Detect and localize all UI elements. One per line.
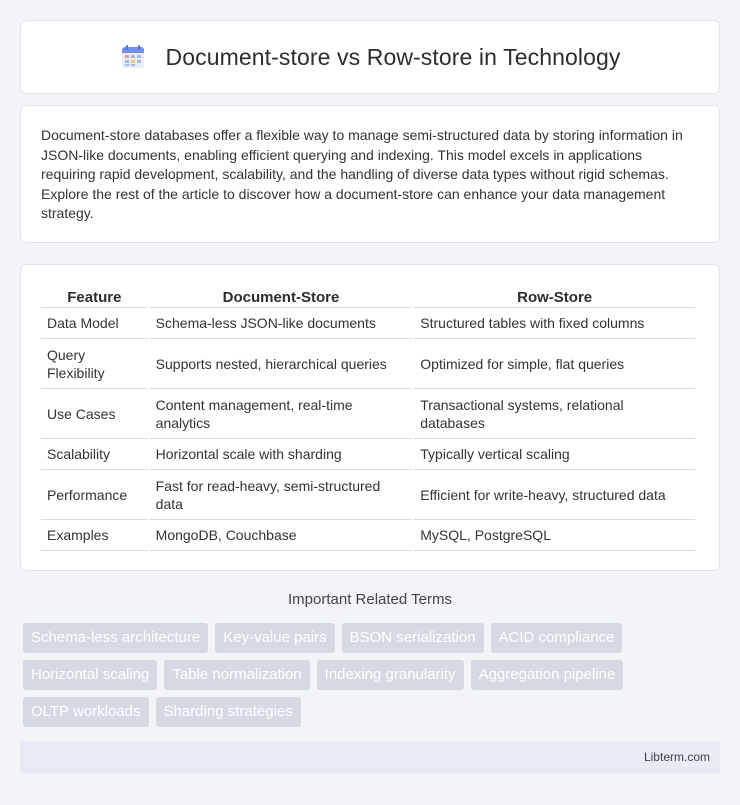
title-wrap: Document-store vs Row-store in Technolog… [120,44,621,71]
table-row: Examples MongoDB, Couchbase MySQL, Postg… [41,520,695,551]
cell-row-store: MySQL, PostgreSQL [414,520,695,551]
related-terms-tags: Schema-less architecture Key-value pairs… [23,623,723,734]
cell-row-store: Structured tables with fixed columns [414,308,695,339]
tag-bson-serialization[interactable]: BSON serialization [341,623,484,653]
tag-schema-less-architecture[interactable]: Schema-less architecture [23,623,209,653]
cell-document-store: MongoDB, Couchbase [149,520,413,551]
table-grid-icon [121,45,144,68]
table-row: Data Model Schema-less JSON-like documen… [41,308,695,339]
cell-feature: Performance [41,470,148,520]
cell-document-store: Schema-less JSON-like documents [149,308,413,339]
tag-row: Horizontal scaling Table normalization I… [23,660,723,690]
comparison-table: Feature Document-Store Row-Store Data Mo… [39,284,697,551]
tag-table-normalization[interactable]: Table normalization [164,660,310,690]
tag-sharding-strategies[interactable]: Sharding strategies [155,697,301,727]
footer-site-link[interactable]: Libterm.com [644,750,710,764]
cell-feature: Data Model [41,308,148,339]
cell-document-store: Horizontal scale with sharding [149,439,413,470]
tag-key-value-pairs[interactable]: Key-value pairs [215,623,335,653]
tag-aggregation-pipeline[interactable]: Aggregation pipeline [470,660,624,690]
tag-acid-compliance[interactable]: ACID compliance [490,623,623,653]
cell-row-store: Transactional systems, relational databa… [414,389,695,439]
cell-row-store: Optimized for simple, flat queries [414,339,695,389]
comparison-table-card: Feature Document-Store Row-Store Data Mo… [20,264,720,571]
tag-row: OLTP workloads Sharding strategies [23,697,723,727]
tag-horizontal-scaling[interactable]: Horizontal scaling [23,660,158,690]
table-row: Performance Fast for read-heavy, semi-st… [41,470,695,520]
cell-document-store: Supports nested, hierarchical queries [149,339,413,389]
header-row-store: Row-Store [414,284,695,308]
footer: Libterm.com [20,741,720,774]
related-terms-heading: Important Related Terms [288,591,452,608]
cell-feature: Scalability [41,439,148,470]
intro-paragraph: Document-store databases offer a flexibl… [41,127,683,221]
cell-row-store: Efficient for write-heavy, structured da… [414,470,695,520]
page-title: Document-store vs Row-store in Technolog… [165,43,621,70]
cell-document-store: Fast for read-heavy, semi-structured dat… [149,470,413,520]
intro-card: Document-store databases offer a flexibl… [20,105,720,243]
header-card: Document-store vs Row-store in Technolog… [20,20,720,94]
cell-row-store: Typically vertical scaling [414,439,695,470]
cell-feature: Query Flexibility [41,339,148,389]
tag-oltp-workloads[interactable]: OLTP workloads [23,697,149,727]
tag-row: Schema-less architecture Key-value pairs… [23,623,723,653]
tag-indexing-granularity[interactable]: Indexing granularity [316,660,464,690]
table-row: Query Flexibility Supports nested, hiera… [41,339,695,389]
table-row: Scalability Horizontal scale with shardi… [41,439,695,470]
header-document-store: Document-Store [149,284,413,308]
cell-feature: Examples [41,520,148,551]
cell-document-store: Content management, real-time analytics [149,389,413,439]
header-feature: Feature [41,284,148,308]
table-header-row: Feature Document-Store Row-Store [41,284,695,308]
table-row: Use Cases Content management, real-time … [41,389,695,439]
cell-feature: Use Cases [41,389,148,439]
